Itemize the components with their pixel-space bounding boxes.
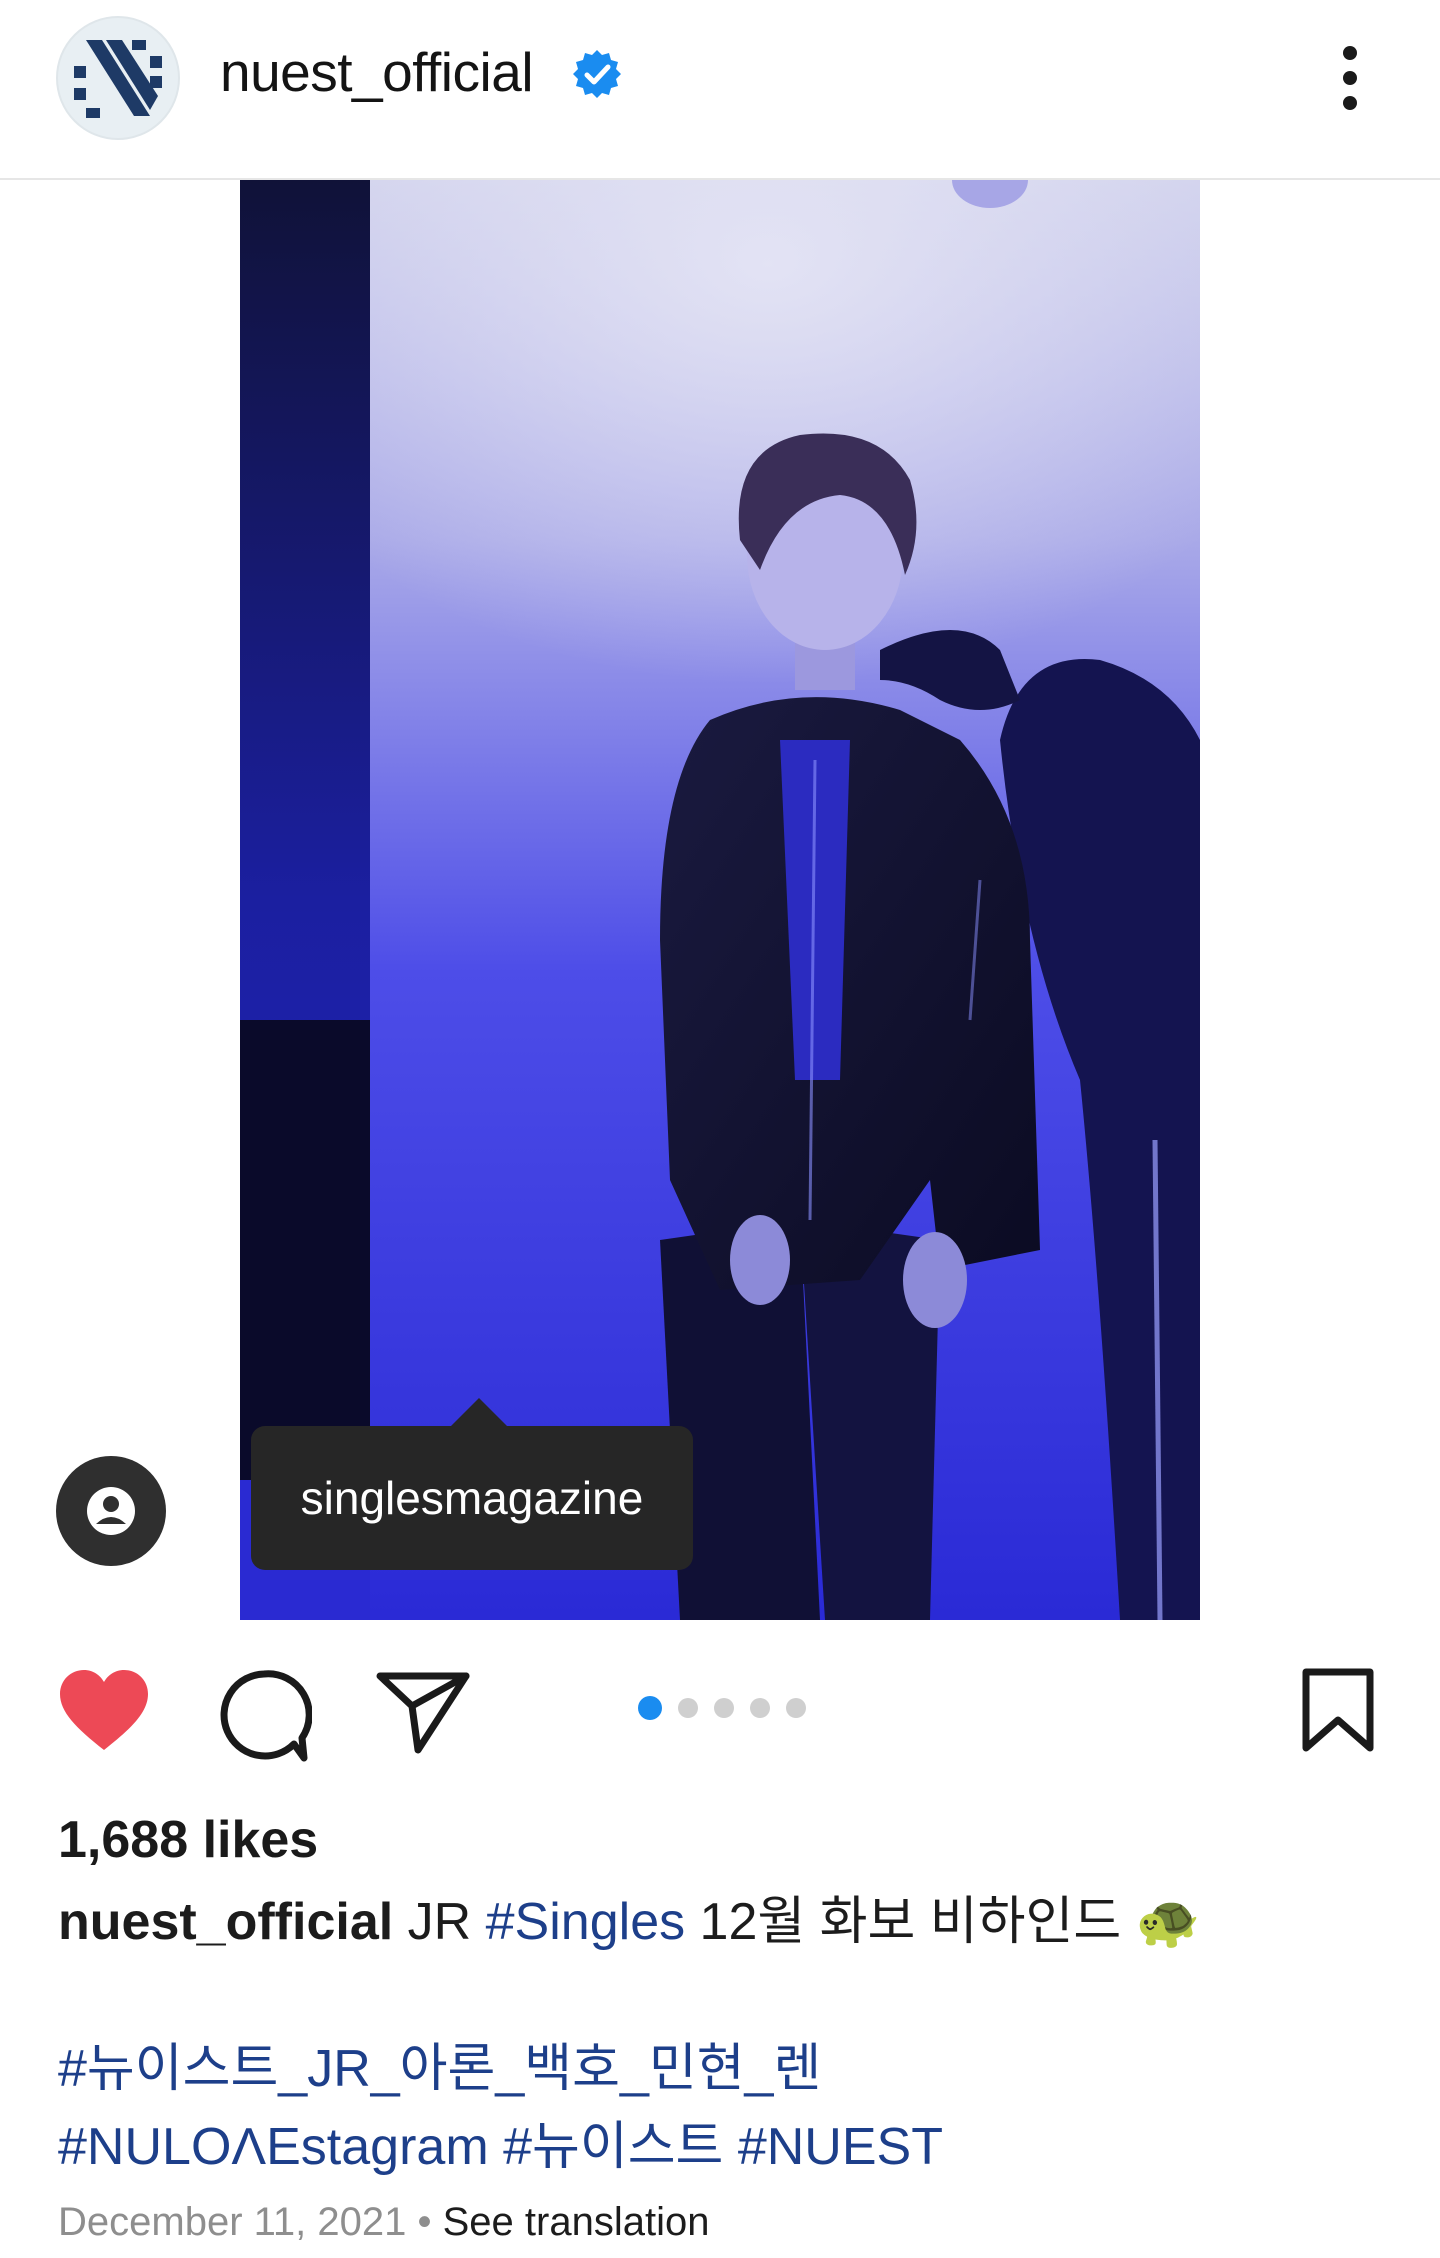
post-media[interactable]: singlesmagazine xyxy=(0,180,1440,1620)
carousel-dot xyxy=(678,1698,698,1718)
nuest-logo-icon xyxy=(74,40,162,118)
meta-separator: • xyxy=(417,2200,432,2244)
carousel-indicator xyxy=(638,1696,822,1720)
caption-hashtags: #뉴이스트_JR_아론_백호_민현_렌 #NULOΛEstagram #뉴이스트… xyxy=(58,2030,1398,2186)
bookmark-icon[interactable] xyxy=(1300,1668,1376,1752)
user-tag-icon xyxy=(87,1487,135,1535)
carousel-dot xyxy=(714,1698,734,1718)
post-header: nuest_official xyxy=(0,0,1440,180)
photo-illustration xyxy=(240,180,1200,1620)
hashtag-line[interactable]: #NULOΛEstagram #뉴이스트 #NUEST xyxy=(58,2108,1398,2186)
tagged-user-popup[interactable]: singlesmagazine xyxy=(251,1398,693,1570)
more-options-button[interactable] xyxy=(1330,38,1374,118)
carousel-dot xyxy=(750,1698,770,1718)
post-date: December 11, 2021 xyxy=(58,2200,407,2244)
caption-prefix: JR xyxy=(407,1893,486,1951)
post-photo xyxy=(240,180,1200,1620)
more-vertical-icon xyxy=(1343,46,1357,60)
send-icon[interactable] xyxy=(376,1670,472,1756)
heart-icon[interactable] xyxy=(56,1668,152,1754)
post-meta: December 11, 2021 • See translation xyxy=(58,2200,709,2245)
verified-badge-icon xyxy=(573,50,621,98)
hashtag-line[interactable]: #뉴이스트_JR_아론_백호_민현_렌 xyxy=(58,2030,1398,2108)
carousel-dot xyxy=(638,1696,662,1720)
caption-username[interactable]: nuest_official xyxy=(58,1893,393,1951)
tagged-username: singlesmagazine xyxy=(300,1472,644,1524)
carousel-dot xyxy=(786,1698,806,1718)
profile-avatar[interactable] xyxy=(56,16,180,140)
header-username[interactable]: nuest_official xyxy=(220,40,534,104)
comment-icon[interactable] xyxy=(216,1668,312,1764)
see-translation-link[interactable]: See translation xyxy=(443,2200,710,2244)
caption-hashtag[interactable]: #Singles xyxy=(486,1893,685,1951)
caption-text: 12월 화보 비하인드 🐢 xyxy=(685,1893,1201,1951)
user-tag-button[interactable] xyxy=(56,1456,166,1566)
post-caption: nuest_official JR #Singles 12월 화보 비하인드 🐢 xyxy=(58,1890,1398,1954)
like-count[interactable]: 1,688 likes xyxy=(58,1810,318,1870)
